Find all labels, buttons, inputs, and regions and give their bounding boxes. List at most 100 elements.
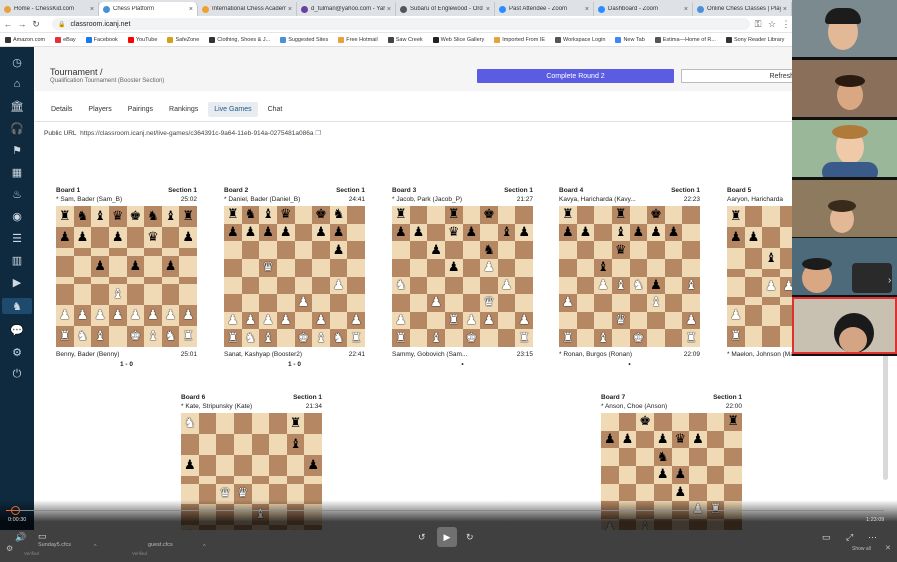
chevron-up-icon[interactable]: ^ xyxy=(94,544,97,550)
participant-video[interactable] xyxy=(792,180,897,237)
browser-tab[interactable]: d_tulman@yahoo.com - Yahoo× xyxy=(297,2,396,16)
board-square xyxy=(689,448,707,466)
bookmark-item[interactable]: Imported From IE xyxy=(494,36,545,43)
bookmark-item[interactable]: Facebook xyxy=(85,36,118,43)
public-url-link[interactable]: https://classroom.icanj.net/live-games/c… xyxy=(80,130,313,137)
refresh-button[interactable]: Refresh xyxy=(681,69,792,83)
chessboard[interactable]: ♜ ♞ ♝ ♛ ♚ ♞ ♝ ♜ ♟ ♟ ♟ ♛ ♟ ♟ ♟ ♟ ♝ ♟ ♟ ♟ ♟ ♟ ♟ ♟ ♟ ♜ ♞ ♝ ♚ ♝ ♞ ♜ xyxy=(56,206,197,347)
headphones-icon[interactable]: 🎧 xyxy=(9,120,25,136)
bookmark-item[interactable]: Sony Reader Library xyxy=(725,36,784,43)
browser-tab[interactable]: Home - ChessKid.com × xyxy=(0,2,99,16)
gallery-next-icon[interactable]: › xyxy=(888,275,891,286)
tab-live-games[interactable]: Live Games xyxy=(208,101,258,117)
bookmark-item[interactable]: Web Slice Gallery xyxy=(432,36,484,43)
chat-icon[interactable]: 💬 xyxy=(9,322,25,338)
board-icon[interactable]: ⚑ xyxy=(9,142,25,158)
chessboard[interactable]: ♜ ♜ ♚ ♟ ♟ ♝ ♟ ♟ ♟ ♛ ♝ ♟ ♝ ♞ ♟ ♝ ♟ ♝ ♛ ♟ ♜ ♝ ♚ ♜ xyxy=(559,206,700,347)
tab-players[interactable]: Players xyxy=(82,102,117,117)
list-icon[interactable]: ☰ xyxy=(9,230,25,246)
bookmark-item[interactable]: Saw Creek xyxy=(387,36,423,43)
board-square xyxy=(269,454,287,476)
star-icon[interactable]: ☆ xyxy=(766,19,778,30)
white-pawn-icon: ♟ xyxy=(297,295,310,311)
bookmark-item[interactable]: Free Hotmail xyxy=(338,36,378,43)
tab-rankings[interactable]: Rankings xyxy=(163,102,204,117)
game-board-card[interactable]: Board 5 Aaryon, Haricharda ♜ ♟ ♟ ♝ ♟ ♟ ♟ ♜ * Maelo… xyxy=(727,187,792,370)
tab-chat[interactable]: Chat xyxy=(262,102,289,117)
chessboard[interactable]: ♜ ♜ ♚ ♟ ♟ ♛ ♟ ♝ ♟ ♟ ♞ ♟ ♟ ♞ ♟ ♟ ♛ ♟ ♜ ♟ ♟ ♟ ♜ ♝ ♚ ♜ xyxy=(392,206,533,347)
game-board-card[interactable]: Board 4 Section 1 Kavya, Haricharda (Kavy.… xyxy=(559,187,700,370)
complete-round-button[interactable]: Complete Round 2 xyxy=(477,69,674,83)
bookmark-item[interactable]: New Tab xyxy=(615,36,645,43)
bookmark-item[interactable]: YouTube xyxy=(127,36,157,43)
bookmark-item[interactable]: Clothing, Shoes & J... xyxy=(209,36,270,43)
logout-icon[interactable]: ⏻ xyxy=(9,366,25,382)
play-icon[interactable]: ▶ xyxy=(9,274,25,290)
close-tab-icon[interactable]: × xyxy=(783,6,787,13)
tournament-icon[interactable]: ♞ xyxy=(2,298,32,314)
white-bishop-icon: ♝ xyxy=(315,330,327,346)
bookmark-item[interactable]: eBay xyxy=(55,36,76,43)
close-tab-icon[interactable]: × xyxy=(387,6,391,13)
settings-icon[interactable]: ⚙ xyxy=(9,344,25,360)
browser-tab[interactable]: International Chess Academy × xyxy=(198,2,297,16)
board-header: Board 1 Section 1 xyxy=(56,187,197,196)
download-item-2-name[interactable]: guest.cfcs xyxy=(148,542,173,548)
reload-icon[interactable]: ↻ xyxy=(30,19,42,30)
bookmark-item[interactable]: Suggested Sites xyxy=(280,36,328,43)
breadcrumb[interactable]: Tournament / xyxy=(50,67,103,77)
tab-details[interactable]: Details xyxy=(45,102,78,117)
download-item-1-name[interactable]: Sunday5.cfcs xyxy=(38,542,71,548)
bottom-player-row: * Maelon, Johnson (Mael...22:04 xyxy=(727,351,792,361)
fire-icon[interactable]: ♨ xyxy=(9,186,25,202)
browser-tab-label: d_tulman@yahoo.com - Yahoo xyxy=(311,6,385,12)
close-tab-icon[interactable]: × xyxy=(90,6,94,13)
close-tab-icon[interactable]: × xyxy=(288,6,292,13)
tab-pairings[interactable]: Pairings xyxy=(122,102,159,117)
forward-icon[interactable]: → xyxy=(16,19,28,29)
close-icon[interactable]: ✕ xyxy=(885,544,891,552)
key-icon[interactable]: ⚿ xyxy=(752,19,764,30)
board-square xyxy=(611,329,630,347)
back-icon[interactable]: ← xyxy=(2,19,14,29)
chevron-up-icon[interactable]: ^ xyxy=(203,544,206,550)
bookmark-item[interactable]: Amazon.com xyxy=(5,36,45,43)
close-tab-icon[interactable]: × xyxy=(486,6,490,13)
black-pawn-icon: ♟ xyxy=(332,242,345,258)
game-board-card[interactable]: Board 3 Section 1 * Jacob, Park (Jacob_P) 2… xyxy=(392,187,533,370)
browser-tab[interactable]: Subaru of Englewood - Ord × xyxy=(396,2,495,16)
home-icon[interactable]: ⌂ xyxy=(9,76,25,92)
chessboard[interactable]: ♜ ♞ ♝ ♛ ♚ ♞ ♟ ♟ ♟ ♟ ♟ ♟ ♟ ♛ ♟ ♟ ♟ ♟ ♟ ♟ ♟ ♟ ♜ ♞ ♝ ♚ ♝ ♞ ♜ xyxy=(224,206,365,347)
browser-tab[interactable]: Past Attendee - Zoom × xyxy=(495,2,594,16)
grid-icon[interactable]: ▦ xyxy=(9,164,25,180)
chessboard[interactable]: ♜ ♟ ♟ ♝ ♟ ♟ ♟ ♜ xyxy=(727,206,792,347)
browser-tab[interactable]: Online Chess Classes | Play × xyxy=(693,2,792,16)
active-speaker-video[interactable] xyxy=(792,297,897,354)
board-square xyxy=(427,258,445,277)
eye-icon[interactable]: ◉ xyxy=(9,208,25,224)
participant-video[interactable] xyxy=(792,60,897,117)
participant-video[interactable] xyxy=(792,238,897,295)
bookmark-item[interactable]: SafeZone xyxy=(167,36,199,43)
menu-icon[interactable]: ⋮ xyxy=(780,19,792,30)
browser-tab[interactable]: Chess Platform × xyxy=(99,2,198,16)
browser-tab[interactable]: Dashboard - Zoom × xyxy=(594,2,693,16)
board-square xyxy=(56,276,74,285)
bookmark-item[interactable]: Workspace Login xyxy=(555,36,605,43)
dashboard-icon[interactable]: ◷ xyxy=(9,54,25,70)
participant-video[interactable] xyxy=(792,0,897,57)
board-square xyxy=(559,258,577,277)
chart-icon[interactable]: ▥ xyxy=(9,252,25,268)
bookmark-item[interactable]: Estima—Home of R... xyxy=(654,36,716,43)
show-all-link[interactable]: Show all xyxy=(852,546,871,552)
close-tab-icon[interactable]: × xyxy=(585,6,589,13)
game-board-card[interactable]: Board 2 Section 1 * Daniel, Bader (Daniel_… xyxy=(224,187,365,370)
game-board-card[interactable]: Board 1 Section 1 * Sam, Bader (Sam_B) 25:0… xyxy=(56,187,197,370)
close-tab-icon[interactable]: × xyxy=(189,6,193,13)
school-icon[interactable]: 🏛 xyxy=(9,98,25,114)
participant-video[interactable] xyxy=(792,120,897,177)
copy-icon[interactable]: ❐ xyxy=(315,130,321,137)
settings-icon[interactable]: ⚙ xyxy=(6,544,13,553)
url-field[interactable]: 🔒 classroom.icanj.net xyxy=(52,18,750,30)
close-tab-icon[interactable]: × xyxy=(684,6,688,13)
